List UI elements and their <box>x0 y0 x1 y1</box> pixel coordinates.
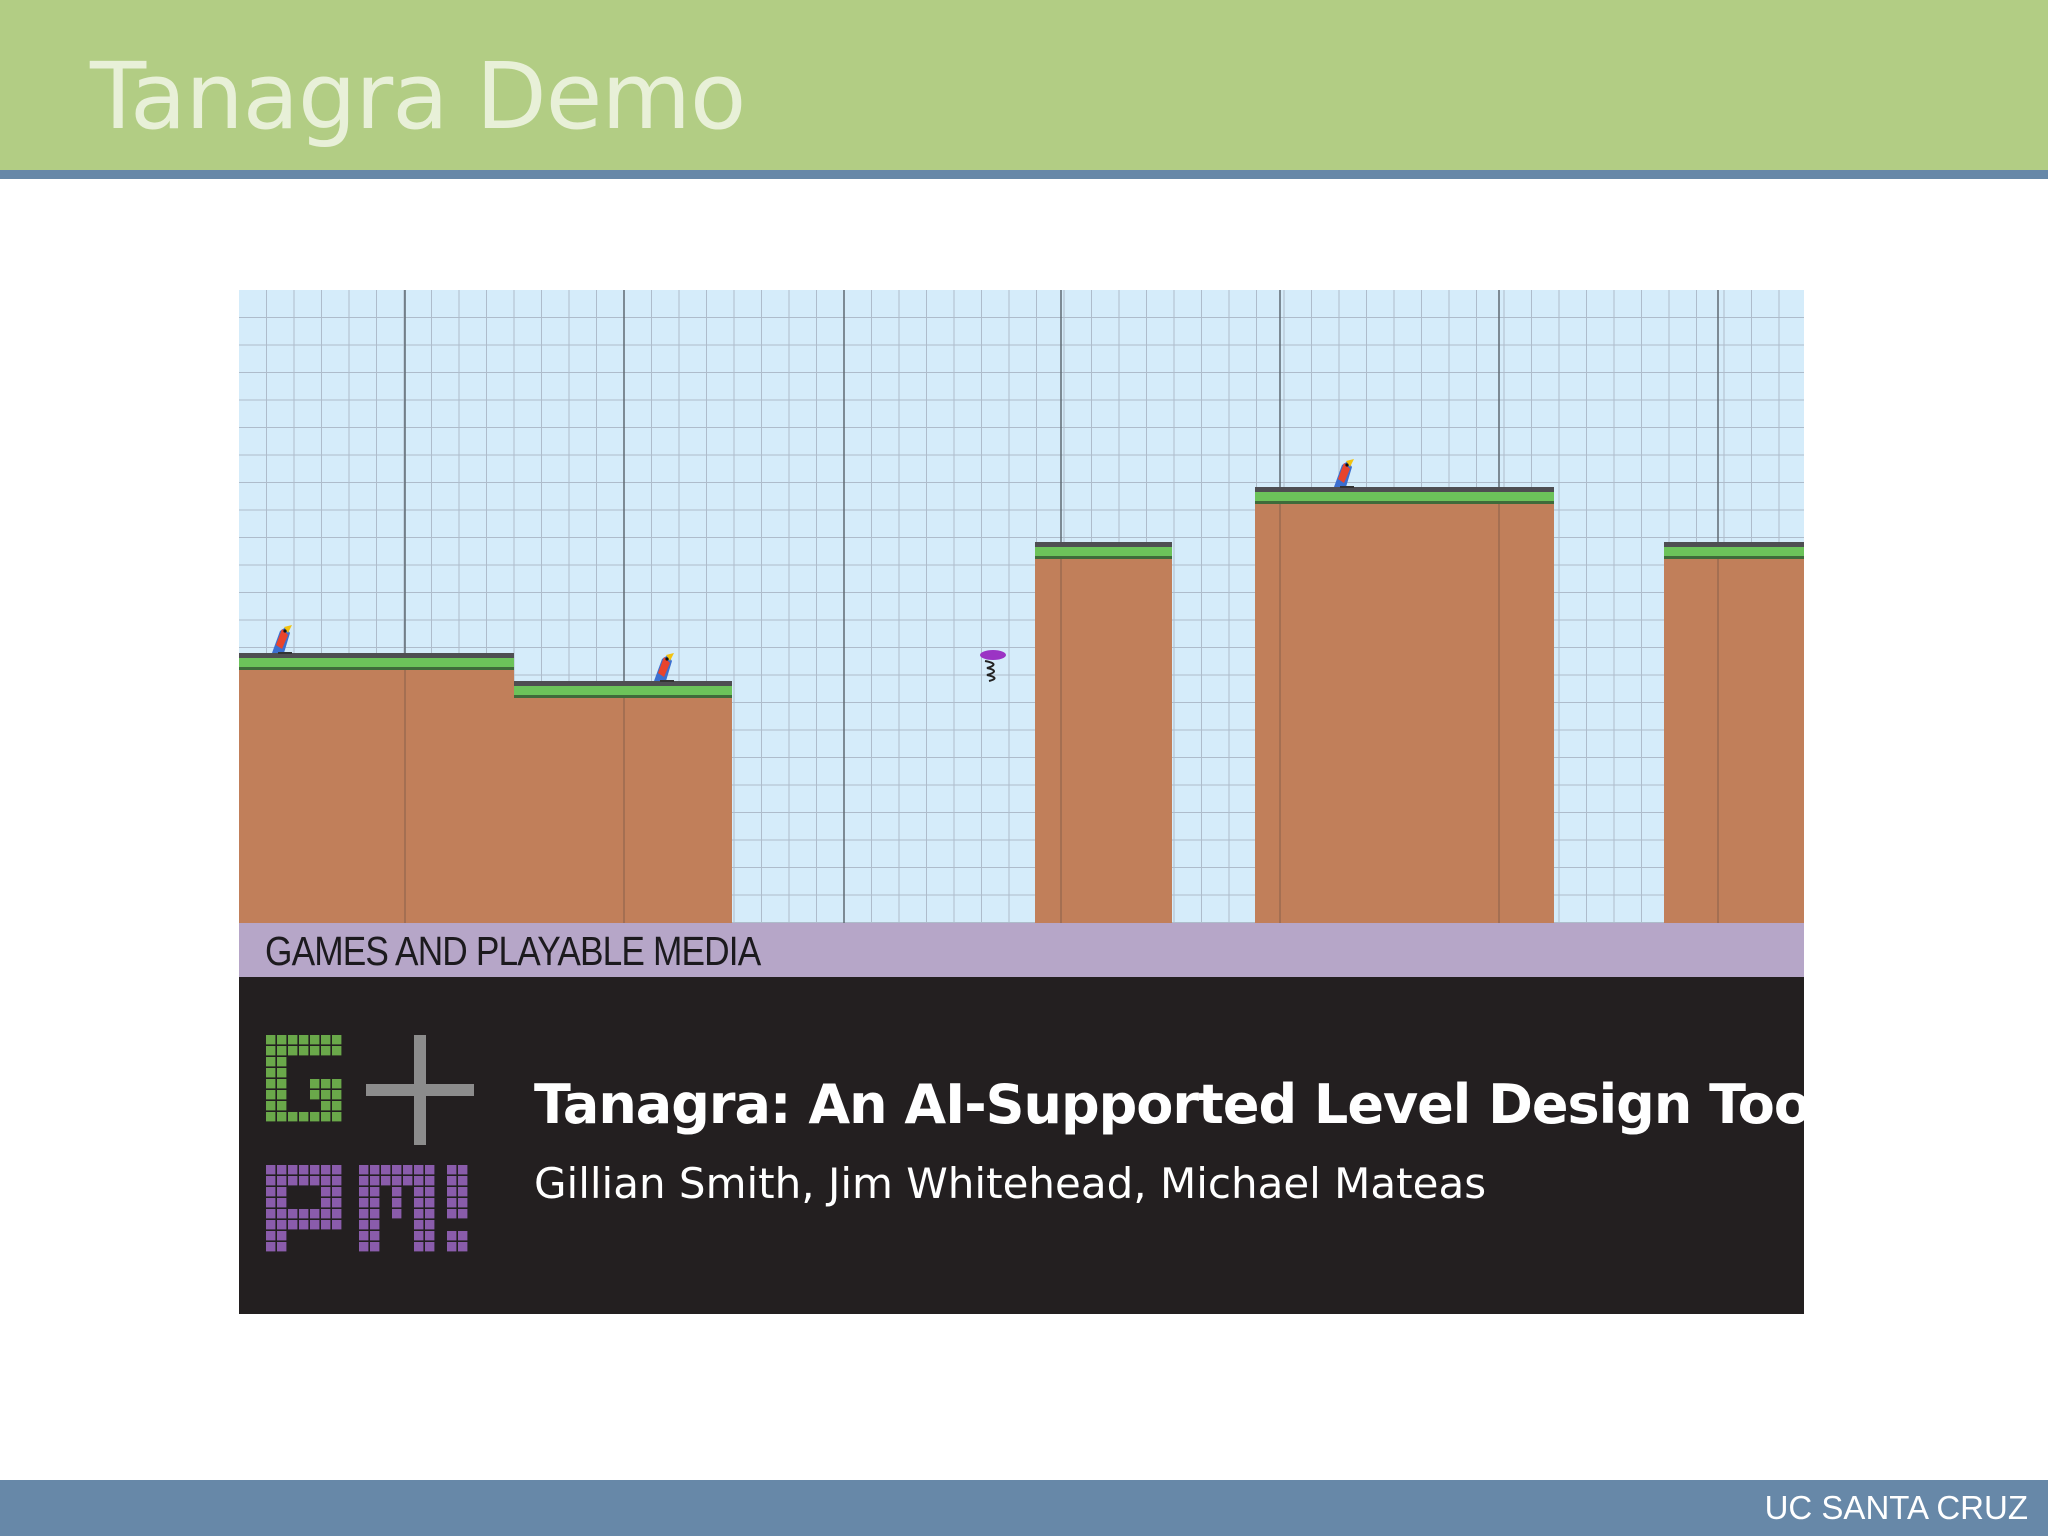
logo-letter-m <box>359 1165 468 1252</box>
paper-title: Tanagra: An AI-Supported Level Design To… <box>534 1073 1828 1136</box>
ground-platform <box>1664 542 1804 923</box>
slide-footer: UC SANTA CRUZ <box>0 1480 2048 1536</box>
slide-header: Tanagra Demo <box>0 0 2048 170</box>
logo-letter-g <box>266 1035 342 1122</box>
gpm-band: GAMES AND PLAYABLE MEDIA <box>239 923 1804 977</box>
ground-platform <box>1255 487 1554 923</box>
level-screenshot <box>239 290 1804 923</box>
paper-info-panel: Tanagra: An AI-Supported Level Design To… <box>239 977 1828 1314</box>
paper-authors: Gillian Smith, Jim Whitehead, Michael Ma… <box>534 1159 1487 1208</box>
ground-platform <box>1035 542 1172 923</box>
gpm-logo <box>266 1035 474 1252</box>
ground-platform <box>239 653 514 923</box>
ground-platform <box>514 681 732 923</box>
logo-letter-p <box>266 1165 342 1252</box>
footer-institution: UC SANTA CRUZ <box>1764 1489 2028 1526</box>
slide-title: Tanagra Demo <box>90 43 746 150</box>
header-divider <box>0 170 2048 179</box>
tanagra-figure: GAMES AND PLAYABLE MEDIA Tanagra: An AI-… <box>239 290 1828 1314</box>
gpm-label: GAMES AND PLAYABLE MEDIA <box>265 928 761 974</box>
logo-plus <box>366 1035 474 1145</box>
